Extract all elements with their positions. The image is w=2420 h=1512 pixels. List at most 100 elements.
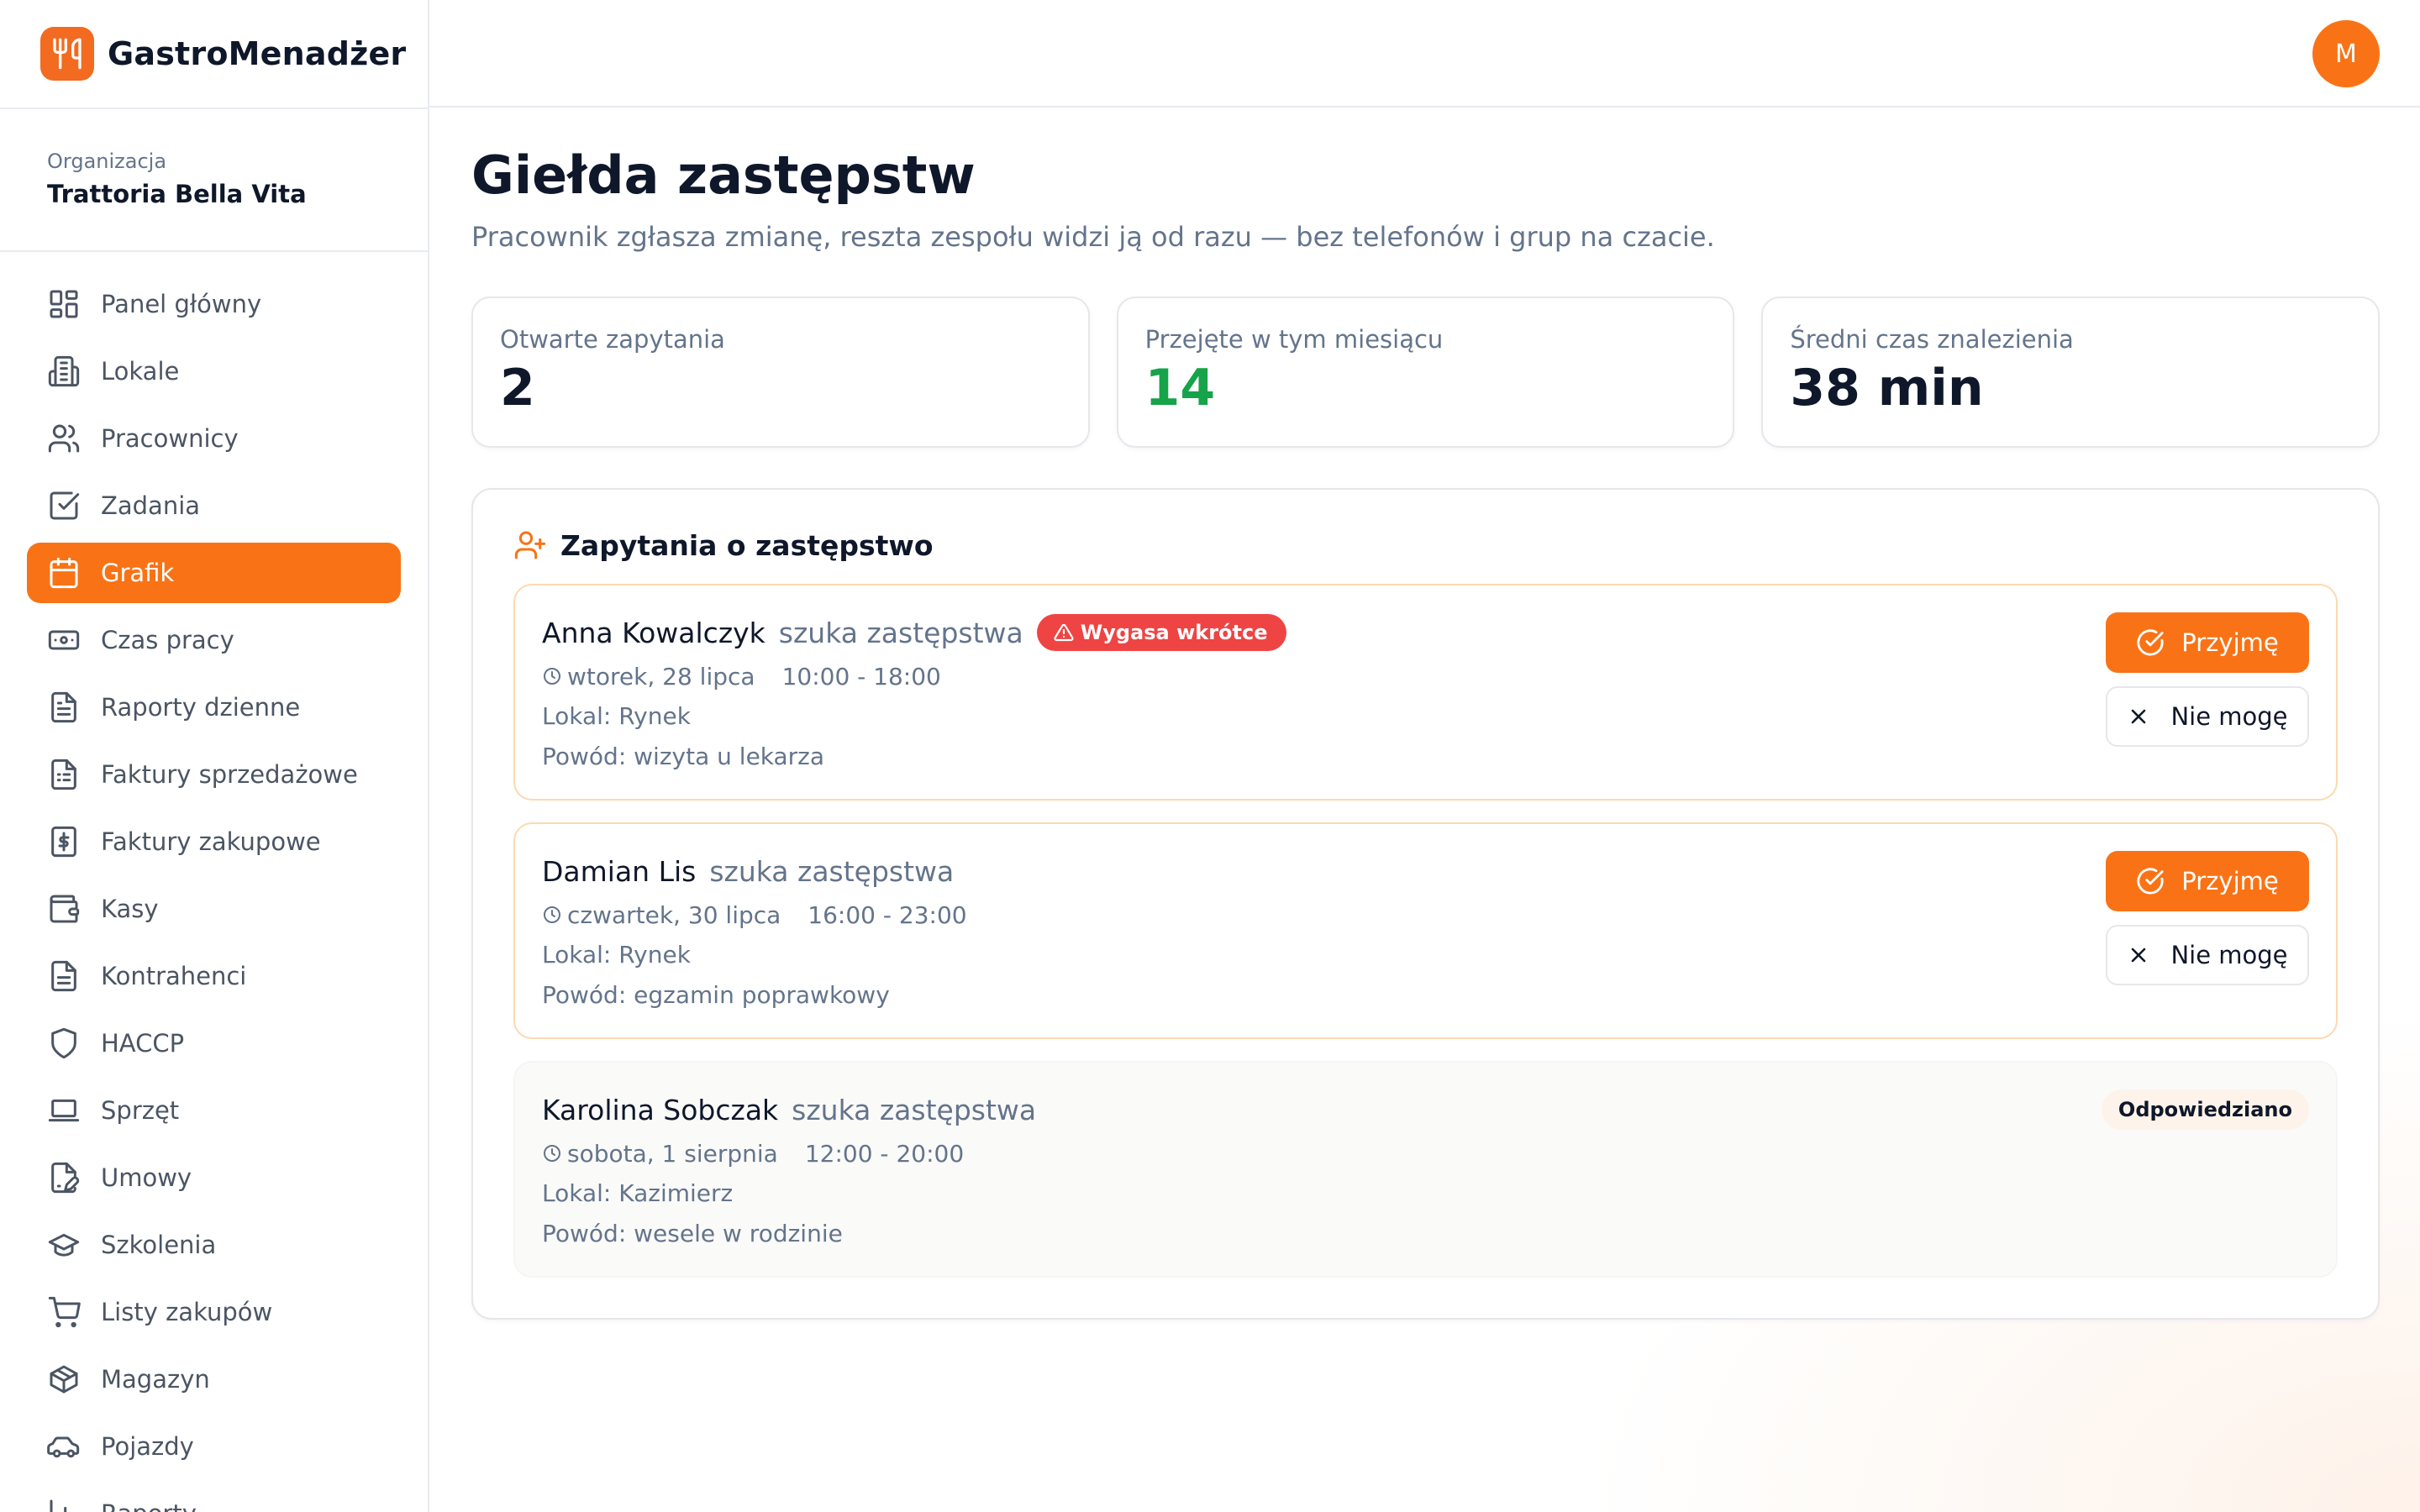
building-icon (48, 355, 80, 387)
sidebar-item-label: Czas pracy (101, 626, 234, 654)
page-subtitle: Pracownik zgłasza zmianę, reszta zespołu… (471, 221, 1715, 253)
top-bar: M (429, 0, 2420, 108)
brand-name: GastroMenadżer (108, 35, 407, 72)
sidebar-item-faktury-zakupowe[interactable]: Faktury zakupowe (27, 811, 401, 872)
sidebar-item-pojazdy[interactable]: Pojazdy (27, 1416, 401, 1477)
close-icon (2132, 709, 2146, 724)
sidebar-item-label: Faktury sprzedażowe (101, 760, 358, 789)
request-shift: sobota, 1 sierpnia 12:00 - 20:00 (542, 1135, 2309, 1172)
sidebar-item-grafik[interactable]: Grafik (27, 543, 401, 603)
sidebar-item-listy-zakupow[interactable]: Listy zakupów (27, 1282, 401, 1342)
badge-label: Wygasa wkrótce (1080, 621, 1268, 644)
decline-label: Nie mogę (2170, 941, 2288, 969)
sidebar-nav: Panel główny Lokale Pracownicy Zadania G… (0, 252, 428, 1512)
request-time: 12:00 - 20:00 (804, 1139, 965, 1168)
sidebar-item-szkolenia[interactable]: Szkolenia (27, 1215, 401, 1275)
sidebar-item-label: Sprzęt (101, 1096, 180, 1125)
request-employee-name: Anna Kowalczyk (542, 616, 765, 649)
sidebar-item-label: Umowy (101, 1163, 192, 1192)
sidebar-item-pracownicy[interactable]: Pracownicy (27, 408, 401, 469)
banknote-icon (48, 630, 80, 650)
check-circle-icon (2137, 868, 2164, 895)
wallet-icon (50, 895, 80, 923)
invoice-icon (51, 759, 76, 790)
stat-card-taken-this-month: Przejęte w tym miesiącu 14 (1116, 297, 1735, 448)
sidebar-item-faktury-sprzedazowe[interactable]: Faktury sprzedażowe (27, 744, 401, 805)
check-circle-icon (2137, 629, 2164, 656)
shield-icon (51, 1027, 76, 1059)
brand[interactable]: GastroMenadżer (0, 0, 428, 109)
sidebar-item-lokale[interactable]: Lokale (27, 341, 401, 402)
sidebar-item-label: Kontrahenci (101, 962, 247, 990)
request-seeks-label: szuka zastępstwa (709, 854, 955, 888)
page-title: Giełda zastępstw (471, 144, 976, 206)
users-icon (48, 424, 80, 453)
sidebar-item-label: Listy zakupów (101, 1298, 273, 1326)
accept-label: Przyjmę (2181, 867, 2279, 895)
package-icon (50, 1365, 78, 1394)
dollar-file-icon (51, 826, 76, 858)
sidebar: GastroMenadżer Organizacja Trattoria Bel… (0, 0, 429, 1512)
stat-label: Otwarte zapytania (500, 325, 725, 354)
stat-label: Przejęte w tym miesiącu (1144, 325, 1444, 354)
stat-value: 14 (1144, 359, 1216, 417)
request-location: Lokal: Rynek (542, 941, 691, 969)
stat-value: 2 (500, 359, 535, 417)
sidebar-item-czas-pracy[interactable]: Czas pracy (27, 610, 401, 670)
sidebar-item-kontrahenci[interactable]: Kontrahenci (27, 946, 401, 1006)
sidebar-item-label: Magazyn (101, 1365, 210, 1394)
request-reason: Powód: egzamin poprawkowy (542, 981, 890, 1009)
panel-header: Zapytania o zastępstwo (513, 528, 2338, 562)
sidebar-item-label: Panel główny (101, 290, 262, 318)
request-header: Karolina Sobczak szuka zastępstwa (542, 1088, 2309, 1131)
replacement-requests-panel: Zapytania o zastępstwo Anna Kowalczyk sz… (471, 488, 2380, 1320)
decline-button[interactable]: Nie mogę (2106, 925, 2309, 985)
file-signature-icon (51, 1162, 80, 1194)
accept-label: Przyjmę (2181, 628, 2279, 657)
request-header: Damian Lis szuka zastępstwa (542, 849, 2309, 893)
laptop-icon (48, 1099, 80, 1122)
organization-name: Trattoria Bella Vita (47, 180, 307, 208)
request-location: Lokal: Kazimierz (542, 1179, 734, 1207)
sidebar-item-magazyn[interactable]: Magazyn (27, 1349, 401, 1410)
sidebar-item-panel-glowny[interactable]: Panel główny (27, 274, 401, 334)
sidebar-item-haccp[interactable]: HACCP (27, 1013, 401, 1074)
sidebar-item-raporty[interactable]: Raporty (27, 1483, 401, 1512)
request-reason: Powód: wizyta u lekarza (542, 743, 825, 770)
decline-button[interactable]: Nie mogę (2106, 686, 2309, 747)
cart-icon (48, 1296, 81, 1328)
sidebar-item-label: HACCP (101, 1029, 185, 1058)
accept-button[interactable]: Przyjmę (2106, 612, 2309, 673)
user-avatar[interactable]: M (2312, 20, 2380, 87)
sidebar-item-umowy[interactable]: Umowy (27, 1147, 401, 1208)
document-icon (51, 960, 76, 992)
main-content: Giełda zastępstw Pracownik zgłasza zmian… (471, 108, 2381, 1320)
request-time: 16:00 - 23:00 (808, 900, 967, 929)
sidebar-item-label: Faktury zakupowe (101, 827, 321, 856)
alert-triangle-icon (1054, 623, 1074, 642)
stat-label: Średni czas znalezienia (1790, 325, 2074, 354)
accept-button[interactable]: Przyjmę (2106, 851, 2309, 911)
stat-card-open-requests: Otwarte zapytania 2 (471, 297, 1090, 448)
sidebar-item-kasy[interactable]: Kasy (27, 879, 401, 939)
user-plus-icon (514, 531, 546, 559)
stat-value: 38 min (1790, 359, 1984, 417)
request-seeks-label: szuka zastępstwa (778, 616, 1023, 649)
calendar-icon (50, 557, 78, 589)
organization-label: Organizacja (47, 150, 167, 173)
request-header: Anna Kowalczyk szuka zastępstwa Wygasa w… (542, 611, 2309, 654)
sidebar-item-raporty-dzienne[interactable]: Raporty dzienne (27, 677, 401, 738)
dashboard-icon (50, 290, 78, 318)
request-seeks-label: szuka zastępstwa (792, 1093, 1037, 1126)
sidebar-item-sprzet[interactable]: Sprzęt (27, 1080, 401, 1141)
stat-card-average-time: Średni czas znalezienia 38 min (1761, 297, 2381, 448)
clock-icon (544, 906, 560, 923)
sidebar-item-zadania[interactable]: Zadania (27, 475, 401, 536)
expiring-soon-badge: Wygasa wkrótce (1036, 614, 1286, 651)
organization-switcher[interactable]: Organizacja Trattoria Bella Vita (0, 109, 428, 252)
request-card: Anna Kowalczyk szuka zastępstwa Wygasa w… (513, 584, 2338, 801)
request-date: czwartek, 30 lipca (567, 900, 781, 929)
sidebar-item-label: Kasy (101, 895, 159, 923)
request-date: sobota, 1 sierpnia (567, 1139, 778, 1168)
fork-knife-icon (40, 27, 94, 81)
